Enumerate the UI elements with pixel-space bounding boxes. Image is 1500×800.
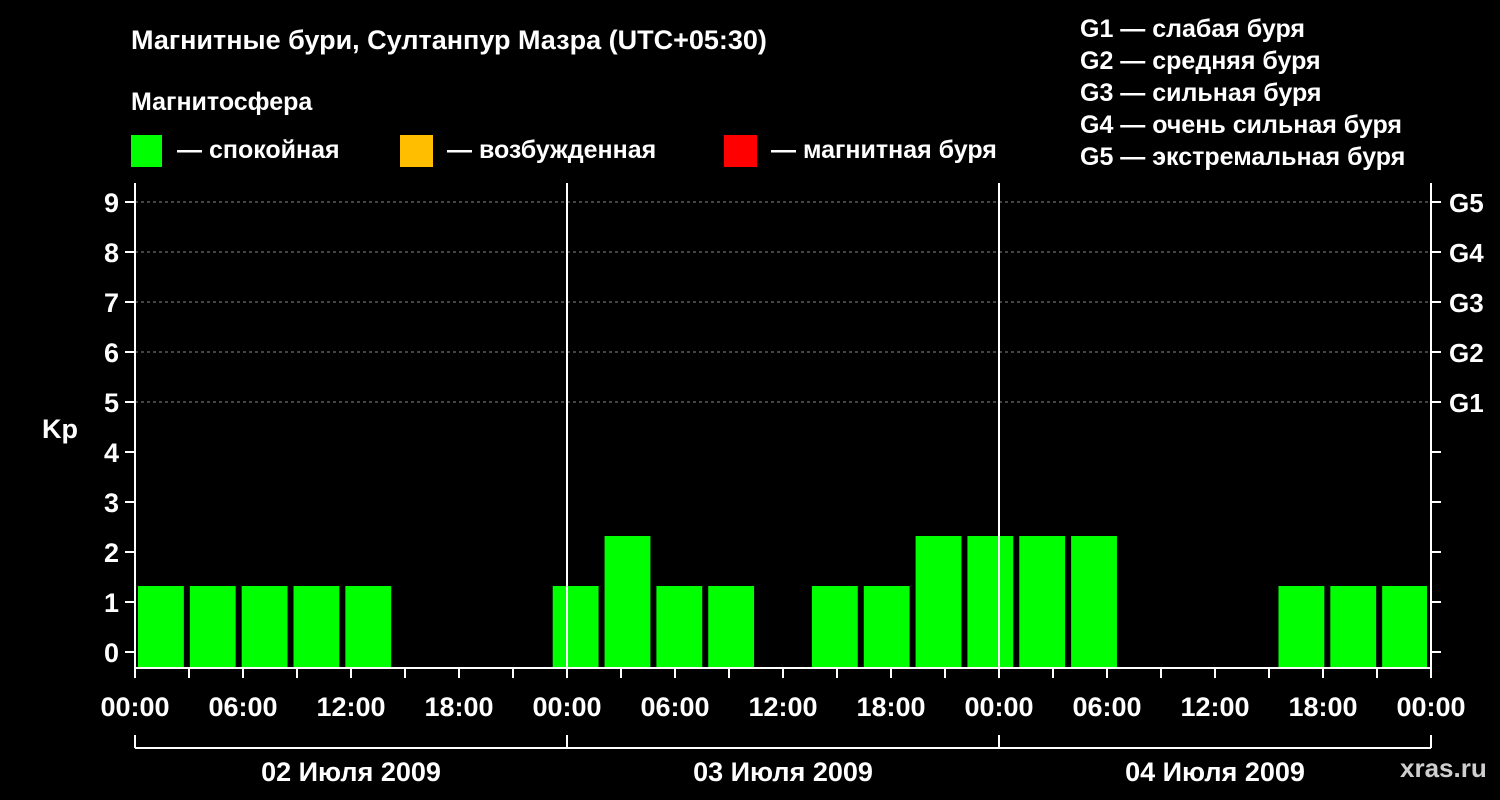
kp-bar <box>604 536 651 668</box>
x-tick-label: 06:00 <box>208 692 277 722</box>
x-tick-label: 12:00 <box>748 692 817 722</box>
x-tick-label: 00:00 <box>100 692 169 722</box>
y-tick-label: 2 <box>104 538 119 568</box>
g-level-label: G3 <box>1449 288 1484 318</box>
legend-label-storm: — магнитная буря <box>771 136 997 164</box>
x-tick-label: 00:00 <box>1396 692 1465 722</box>
kp-bar <box>811 586 858 668</box>
chart-title: Магнитные бури, Султанпур Мазра (UTC+05:… <box>131 25 767 55</box>
kp-chart: Магнитные бури, Султанпур Мазра (UTC+05:… <box>42 15 1487 787</box>
storm-scale-g4: G4 — очень сильная буря <box>1080 111 1402 139</box>
x-tick-label: 12:00 <box>1180 692 1249 722</box>
legend-swatch-excited <box>400 135 433 167</box>
legend-label-excited: — возбужденная <box>447 136 656 164</box>
storm-scale-g3: G3 — сильная буря <box>1080 79 1322 107</box>
x-tick-label: 06:00 <box>640 692 709 722</box>
x-tick-label: 18:00 <box>856 692 925 722</box>
x-tick-label: 06:00 <box>1072 692 1141 722</box>
kp-bar <box>1071 536 1117 668</box>
g-level-label: G2 <box>1449 338 1484 368</box>
kp-bar <box>345 586 392 668</box>
y-tick-label: 1 <box>104 588 119 618</box>
plot-area: 0 1 2 3 4 5 6 7 8 9 G1 G2 G3 G4 G5 00:00 06:00 12:00 18:00… <box>100 183 1484 787</box>
legend-label-quiet: — спокойная <box>177 136 340 164</box>
kp-bar <box>915 536 962 668</box>
kp-bar <box>1330 586 1377 668</box>
storm-scale-legend: G1 — слабая буря G2 — средняя буря G3 — … <box>1080 15 1405 171</box>
magnetosphere-label: Магнитосфера <box>131 88 313 116</box>
storm-scale-g5: G5 — экстремальная буря <box>1080 143 1405 171</box>
y-tick-label: 8 <box>104 238 119 268</box>
kp-bar <box>1278 586 1325 668</box>
legend-swatch-quiet <box>131 135 162 167</box>
storm-scale-g2: G2 — средняя буря <box>1080 47 1321 75</box>
day-label: 04 Июля 2009 <box>1125 757 1305 787</box>
kp-bar <box>138 586 184 668</box>
y-tick-label: 0 <box>104 638 119 668</box>
kp-bar <box>1019 536 1066 668</box>
kp-bar <box>656 586 703 668</box>
storm-scale-g1: G1 — слабая буря <box>1080 15 1305 43</box>
x-tick-label: 00:00 <box>532 692 601 722</box>
kp-bar <box>241 586 288 668</box>
day-label: 02 Июля 2009 <box>261 757 441 787</box>
day-label: 03 Июля 2009 <box>693 757 873 787</box>
g-level-label: G4 <box>1449 238 1484 268</box>
y-tick-label: 5 <box>104 388 119 418</box>
y-tick-label: 7 <box>104 288 119 318</box>
kp-bar <box>967 536 1014 668</box>
x-tick-label: 18:00 <box>424 692 493 722</box>
y-axis-label: Kp <box>42 414 78 444</box>
x-tick-label: 18:00 <box>1288 692 1357 722</box>
y-tick-label: 3 <box>104 488 119 518</box>
x-tick-label: 12:00 <box>316 692 385 722</box>
kp-bar <box>189 586 236 668</box>
g-level-label: G5 <box>1449 188 1484 218</box>
kp-bar <box>863 586 910 668</box>
kp-bar <box>708 586 755 668</box>
kp-bar <box>293 586 340 668</box>
x-tick-label: 00:00 <box>964 692 1033 722</box>
y-tick-label: 6 <box>104 338 119 368</box>
kp-bar <box>552 586 599 668</box>
g-level-label: G1 <box>1449 388 1484 418</box>
kp-bar <box>1382 586 1427 668</box>
y-tick-label: 4 <box>104 438 119 468</box>
legend-swatch-storm <box>724 135 757 167</box>
legend: — спокойная — возбужденная — магнитная б… <box>131 135 997 167</box>
y-tick-label: 9 <box>104 188 119 218</box>
watermark: xras.ru <box>1400 753 1487 783</box>
